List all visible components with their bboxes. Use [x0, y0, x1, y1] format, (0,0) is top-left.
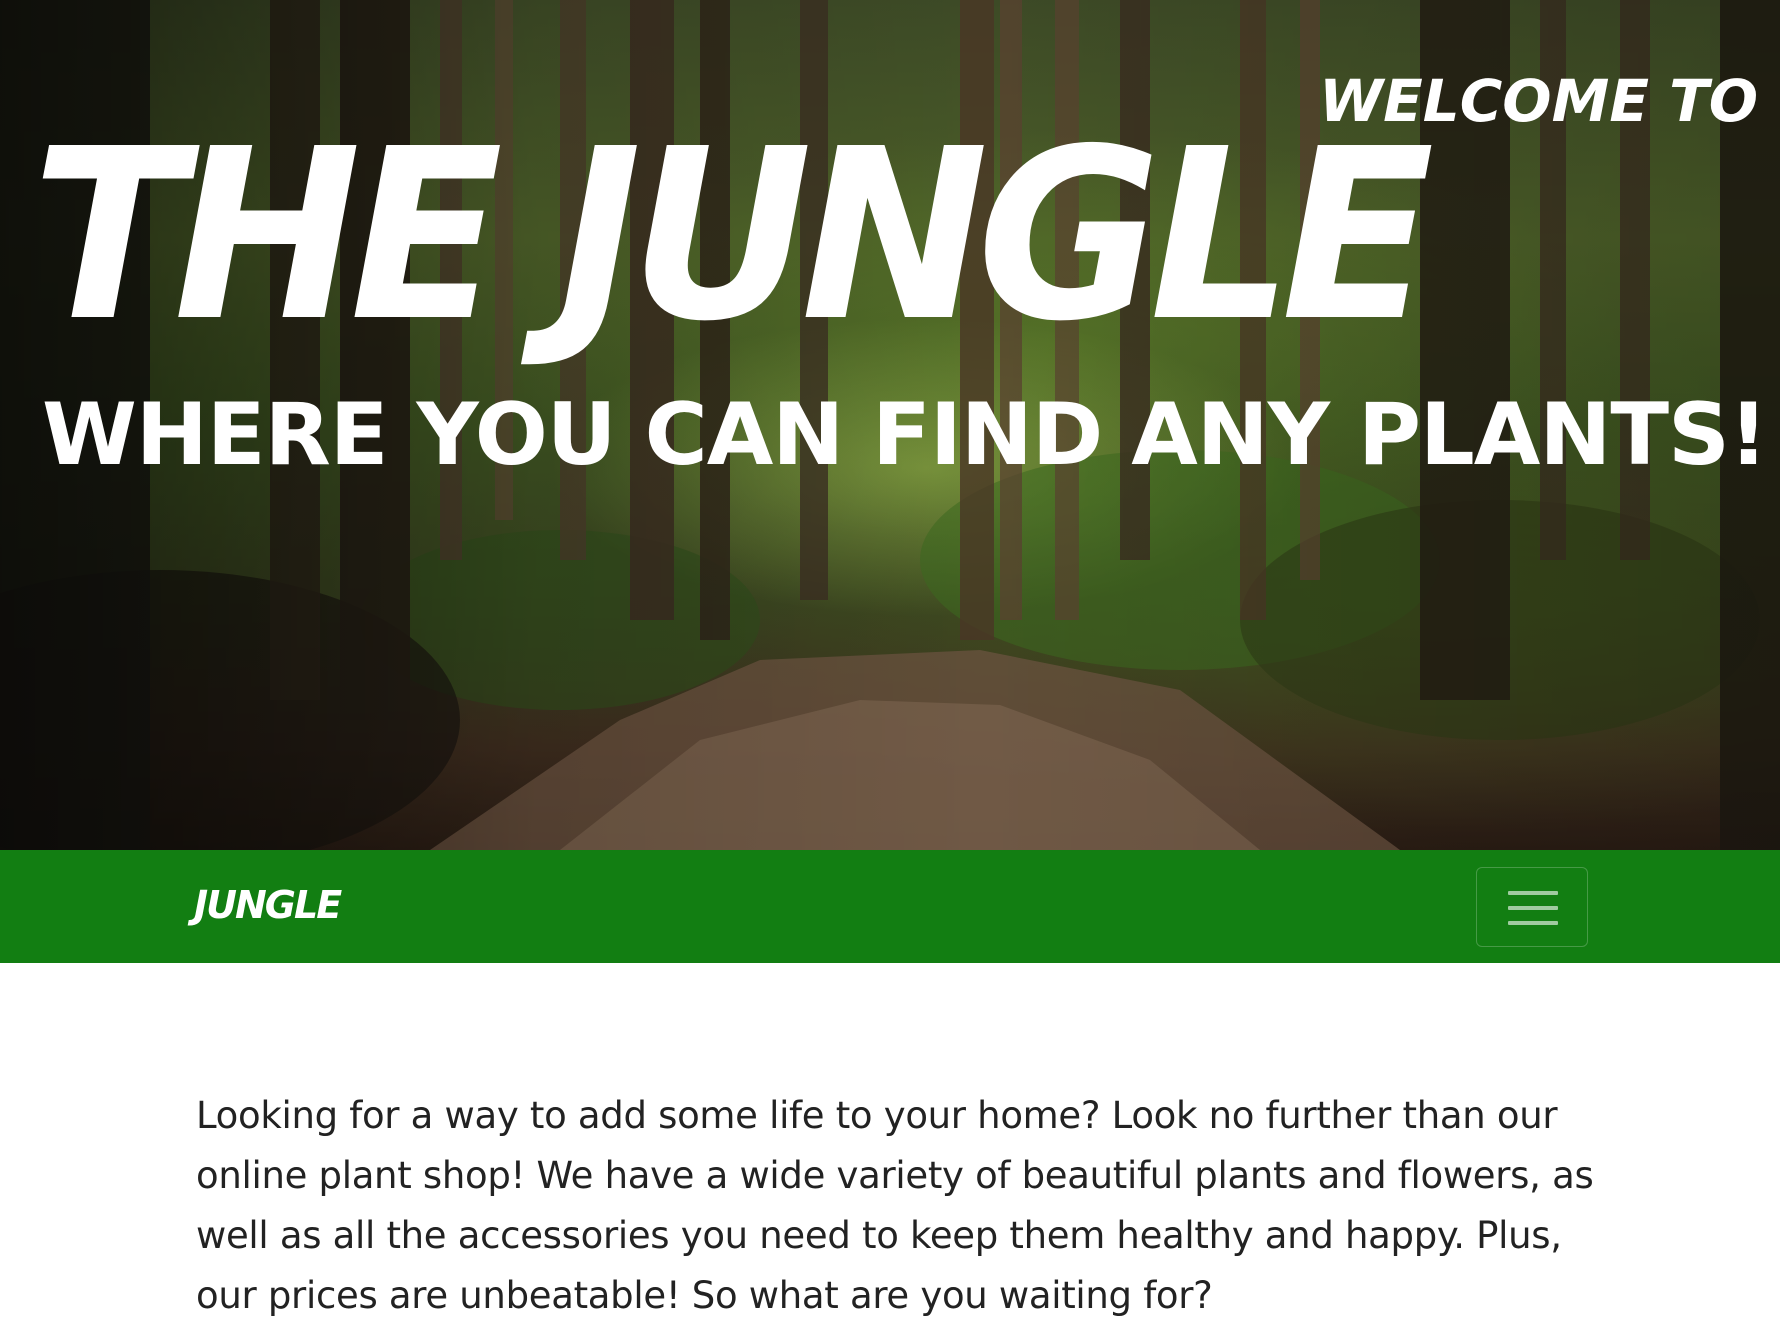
- navbar-brand-link[interactable]: JUNGLE: [194, 886, 342, 924]
- intro-paragraph: Looking for a way to add some life to yo…: [196, 1094, 1594, 1317]
- hero-banner: WELCOME TO THE JUNGLE WHERE YOU CAN FIND…: [0, 0, 1780, 850]
- hero-title: THE JUNGLE: [32, 98, 1434, 373]
- navbar-toggler-button[interactable]: [1476, 867, 1588, 947]
- hero-subtitle: WHERE YOU CAN FIND ANY PLANTS!: [42, 385, 1768, 485]
- navbar: JUNGLE: [0, 850, 1780, 963]
